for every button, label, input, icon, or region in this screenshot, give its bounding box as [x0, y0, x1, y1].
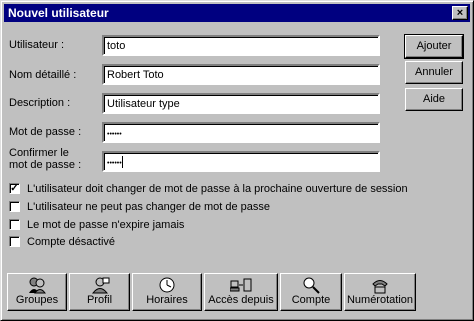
description-label: Description : — [9, 97, 71, 109]
profile-button[interactable]: Profil — [69, 273, 130, 311]
cannot-change-password-checkbox[interactable] — [9, 201, 20, 212]
cancel-button[interactable]: Annuler — [405, 61, 463, 84]
phone-icon — [372, 280, 388, 294]
hours-button[interactable]: Horaires — [132, 273, 202, 311]
password-never-expires-checkbox[interactable] — [9, 219, 20, 230]
dialin-label: Numérotation — [346, 294, 414, 306]
logon-to-button[interactable]: Accès depuis — [204, 273, 278, 311]
confirm-password-field[interactable]: •••••• — [102, 151, 380, 172]
password-field[interactable]: •••••• — [102, 122, 380, 143]
must-change-password-checkbox[interactable]: ✓ — [9, 183, 20, 194]
title-bar[interactable]: Nouvel utilisateur × — [4, 4, 470, 22]
password-mask: •••••• — [107, 131, 122, 138]
account-disabled-label[interactable]: Compte désactivé — [27, 236, 115, 248]
new-user-dialog: Nouvel utilisateur × Utilisateur : Nom d… — [0, 0, 474, 321]
cannot-change-password-label[interactable]: L'utilisateur ne peut pas changer de mot… — [27, 201, 270, 213]
profile-label: Profil — [86, 294, 113, 306]
magnifier-icon — [303, 277, 320, 294]
groups-label: Groupes — [15, 294, 59, 306]
description-field[interactable]: Utilisateur type — [102, 93, 380, 114]
hours-label: Horaires — [146, 294, 188, 306]
password-never-expires-label[interactable]: Le mot de passe n'expire jamais — [27, 219, 184, 231]
window-title: Nouvel utilisateur — [8, 6, 109, 20]
username-field[interactable]: toto — [102, 35, 380, 56]
confirm-label-line2: mot de passe : — [9, 159, 82, 171]
close-button[interactable]: × — [452, 6, 468, 20]
must-change-password-label[interactable]: L'utilisateur doit changer de mot de pas… — [27, 183, 408, 195]
logon-to-label: Accès depuis — [208, 294, 274, 306]
dialin-button[interactable]: Numérotation — [344, 273, 416, 311]
fullname-label: Nom détaillé : — [9, 69, 77, 81]
confirm-password-mask: •••••• — [107, 160, 122, 167]
account-button[interactable]: Compte — [280, 273, 342, 311]
groups-icon — [29, 277, 46, 294]
account-label: Compte — [291, 294, 331, 306]
account-disabled-checkbox[interactable] — [9, 236, 20, 247]
username-label: Utilisateur : — [9, 39, 65, 51]
close-icon: × — [456, 7, 464, 19]
profile-icon — [91, 277, 109, 294]
clock-icon — [159, 277, 175, 293]
password-label: Mot de passe : — [9, 126, 82, 138]
workstations-icon — [230, 278, 252, 292]
groups-button[interactable]: Groupes — [7, 273, 67, 311]
confirm-label-line1: Confirmer le — [9, 147, 69, 159]
text-cursor — [121, 156, 123, 169]
fullname-field[interactable]: Robert Toto — [102, 64, 380, 85]
add-button[interactable]: Ajouter — [404, 34, 464, 59]
help-button[interactable]: Aide — [405, 88, 463, 111]
